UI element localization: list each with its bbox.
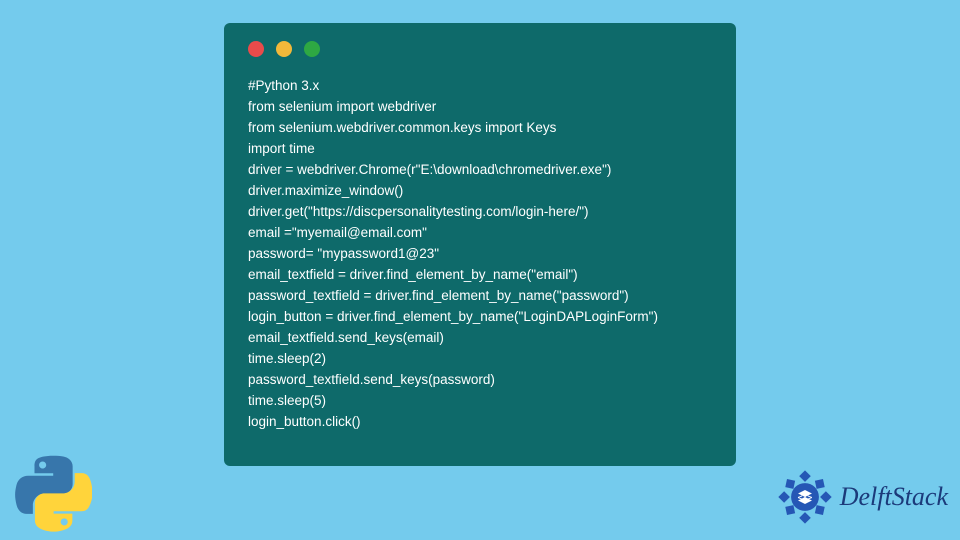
window-close-icon — [248, 41, 264, 57]
code-window: #Python 3.x from selenium import webdriv… — [224, 23, 736, 466]
python-logo-icon — [14, 454, 92, 532]
code-block: #Python 3.x from selenium import webdriv… — [248, 75, 712, 432]
window-maximize-icon — [304, 41, 320, 57]
delftstack-badge-icon: </> — [776, 468, 834, 526]
traffic-lights — [248, 41, 712, 57]
window-minimize-icon — [276, 41, 292, 57]
svg-text:</>: </> — [797, 492, 812, 502]
delftstack-branding: </> DelftStack — [776, 468, 948, 526]
delftstack-site-name: DelftStack — [840, 482, 948, 512]
